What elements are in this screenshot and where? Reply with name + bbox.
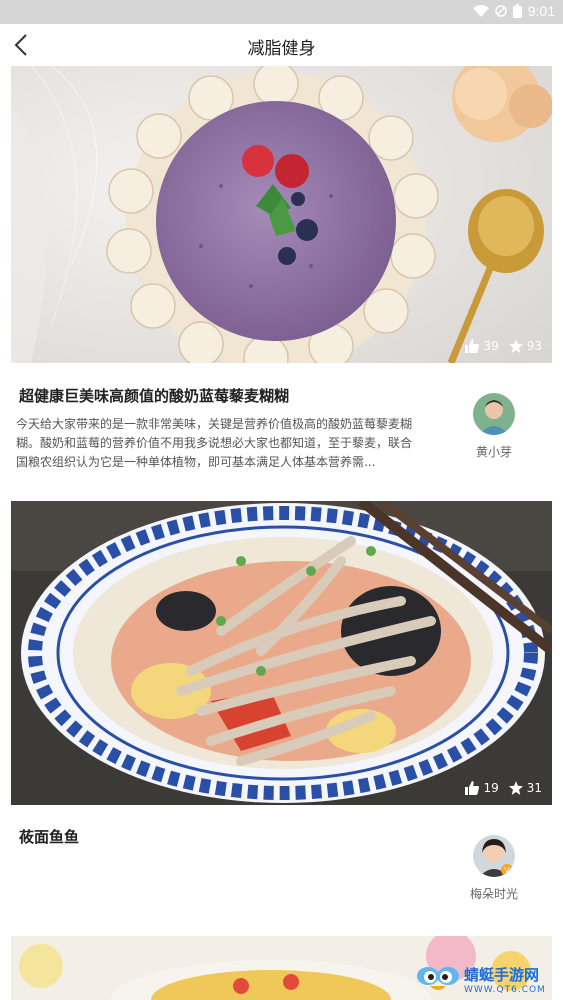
- thumbs-up-icon: [465, 339, 480, 353]
- star-icon: [508, 339, 523, 353]
- recipe-title[interactable]: 莜面鱼鱼: [19, 826, 79, 847]
- favorite-count[interactable]: 31: [508, 781, 542, 795]
- battery-icon: [512, 4, 522, 18]
- avatar[interactable]: V: [473, 835, 515, 877]
- svg-text:V: V: [504, 866, 510, 875]
- favorite-count-value: 31: [526, 781, 542, 795]
- like-count-value: 19: [483, 781, 499, 795]
- author-name: 梅朵时光: [469, 887, 518, 901]
- favorite-count-value: 93: [526, 339, 542, 353]
- avatar[interactable]: [473, 393, 515, 435]
- signal-icon: [495, 5, 507, 17]
- recipe-stats: 19 31: [465, 781, 542, 795]
- recipe-stats: 39 93: [465, 339, 542, 353]
- star-icon: [508, 781, 523, 795]
- recipe-card[interactable]: 19 31 莜面鱼鱼 V 梅朵时光: [0, 501, 563, 936]
- watermark-url: WWW.QT6.COM: [464, 984, 546, 995]
- dragonfly-logo-icon: [417, 967, 459, 990]
- smoothie-bowl-image: [11, 66, 552, 363]
- recipe-card[interactable]: 39 93 超健康巨美味高颜值的酸奶蓝莓藜麦糊糊 今天给大家带来的是一款非常美味…: [0, 66, 563, 501]
- noodle-plate-image: [11, 501, 552, 805]
- like-count[interactable]: 19: [465, 781, 499, 795]
- recipe-image[interactable]: 39 93: [11, 66, 552, 363]
- wifi-icon: [472, 5, 489, 17]
- favorite-count[interactable]: 93: [508, 339, 542, 353]
- page-title: 减脂健身: [247, 39, 316, 59]
- watermark-name: 蜻蜓手游网: [464, 965, 540, 984]
- status-bar: 9:01: [0, 0, 563, 24]
- recipe-description: 今天给大家带来的是一款非常美味，关键是营养价值极高的酸奶蓝莓藜麦糊糊。酸奶和蓝莓…: [16, 417, 413, 469]
- header: 减脂健身: [0, 24, 563, 66]
- author-avatar-image: V: [473, 835, 515, 877]
- thumbs-up-icon: [465, 781, 480, 795]
- recipe-title[interactable]: 超健康巨美味高颜值的酸奶蓝莓藜麦糊糊: [19, 385, 289, 406]
- status-time: 9:01: [527, 3, 555, 19]
- watermark-text: 蜻蜓手游网 WWW.QT6.COM: [464, 965, 546, 995]
- like-count[interactable]: 39: [465, 339, 499, 353]
- author-avatar-image: [473, 393, 515, 435]
- author[interactable]: V 梅朵时光: [459, 835, 529, 902]
- status-icons: 9:01: [472, 3, 555, 19]
- author-name: 黄小芽: [475, 445, 512, 459]
- recipe-image[interactable]: 19 31: [11, 501, 552, 805]
- watermark: 蜻蜓手游网 WWW.QT6.COM: [416, 962, 563, 1000]
- like-count-value: 39: [483, 339, 499, 353]
- author[interactable]: 黄小芽: [459, 393, 529, 460]
